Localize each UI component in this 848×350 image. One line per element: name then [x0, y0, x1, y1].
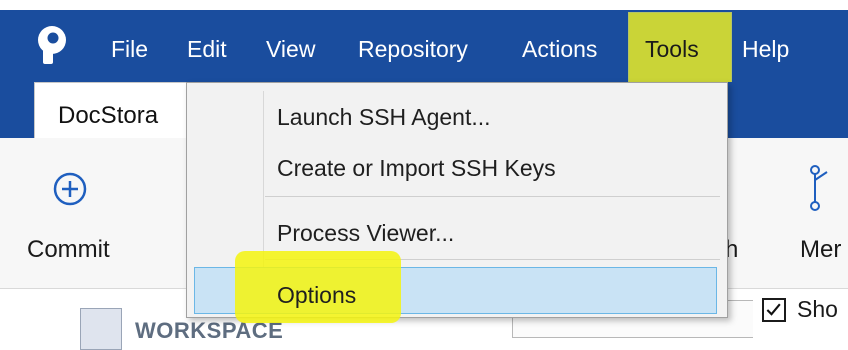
show-checkbox-label: Sho — [797, 296, 838, 322]
show-checkbox[interactable] — [762, 298, 786, 322]
menu-edit[interactable]: Edit — [187, 36, 227, 62]
menu-item-launch-ssh-agent[interactable]: Launch SSH Agent... — [277, 104, 491, 130]
merge-icon[interactable] — [807, 162, 839, 218]
workspace-icon — [80, 308, 122, 350]
app-logo-icon[interactable] — [30, 22, 74, 68]
menu-separator — [265, 196, 720, 197]
window-top-edge — [0, 0, 848, 10]
merge-button-label[interactable]: Mer — [800, 236, 841, 264]
menu-item-options[interactable]: Options — [277, 282, 356, 308]
tools-dropdown-menu: Launch SSH Agent... Create or Import SSH… — [186, 82, 728, 323]
commit-button[interactable]: Commit — [27, 236, 110, 264]
repo-tab[interactable]: DocStora — [34, 82, 206, 141]
checkmark-icon — [766, 303, 781, 316]
repo-tab-label: DocStora — [58, 102, 159, 129]
menu-help[interactable]: Help — [742, 36, 789, 62]
menu-tools[interactable]: Tools — [645, 36, 699, 62]
menu-file[interactable]: File — [111, 36, 148, 62]
menu-bar: File Edit View Repository Actions Tools … — [0, 10, 848, 86]
menu-repository[interactable]: Repository — [358, 36, 468, 62]
menu-item-create-import-ssh-keys[interactable]: Create or Import SSH Keys — [277, 155, 556, 181]
menu-item-process-viewer[interactable]: Process Viewer... — [277, 220, 454, 246]
menu-view[interactable]: View — [266, 36, 315, 62]
plus-circle-icon[interactable] — [53, 172, 87, 206]
menu-actions[interactable]: Actions — [522, 36, 597, 62]
